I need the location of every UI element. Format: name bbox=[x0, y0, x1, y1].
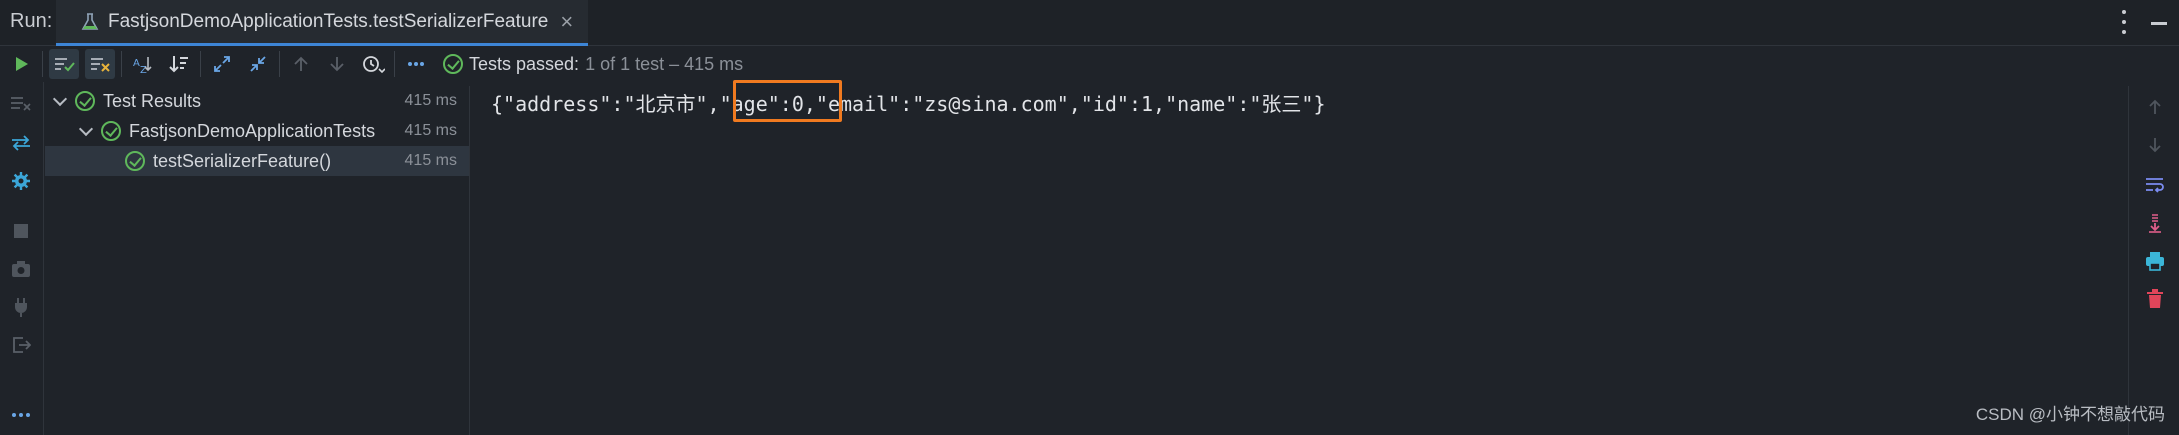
toolbar-divider bbox=[42, 51, 43, 77]
history-icon[interactable] bbox=[358, 49, 388, 79]
collapse-all-icon[interactable] bbox=[243, 49, 273, 79]
right-action-column bbox=[2130, 86, 2179, 435]
play-icon[interactable] bbox=[6, 49, 36, 79]
tests-passed-icon bbox=[443, 54, 463, 74]
print-icon[interactable] bbox=[2142, 248, 2168, 274]
age-highlight-box bbox=[733, 80, 842, 122]
test-results-tree: Test Results 415 ms FastjsonDemoApplicat… bbox=[45, 86, 470, 435]
camera-icon[interactable] bbox=[8, 256, 34, 282]
test-toolbar: AZ Tests passed: 1 of 1 test – 415 ms bbox=[0, 46, 2179, 82]
test-flask-icon bbox=[80, 12, 100, 32]
settings-gear-icon[interactable] bbox=[8, 168, 34, 194]
svg-text:Z: Z bbox=[140, 65, 147, 74]
clear-list-icon[interactable] bbox=[8, 90, 34, 116]
passed-check-icon bbox=[125, 151, 145, 171]
run-tab[interactable]: FastjsonDemoApplicationTests.testSeriali… bbox=[56, 0, 588, 46]
toolbar-divider bbox=[200, 51, 201, 77]
plug-icon[interactable] bbox=[8, 294, 34, 320]
tree-duration: 415 ms bbox=[404, 152, 457, 169]
tree-label: FastjsonDemoApplicationTests bbox=[129, 120, 376, 141]
tab-title: FastjsonDemoApplicationTests.testSeriali… bbox=[108, 10, 549, 32]
left-action-column bbox=[0, 82, 44, 435]
tree-label: Test Results bbox=[103, 90, 202, 111]
scroll-to-end-icon[interactable] bbox=[2142, 210, 2168, 236]
soft-wrap-icon[interactable] bbox=[2142, 172, 2168, 198]
toolbar-divider bbox=[279, 51, 280, 77]
tests-passed-count: 1 of 1 test – 415 ms bbox=[585, 53, 744, 74]
exit-icon[interactable] bbox=[8, 332, 34, 358]
next-failed-icon[interactable] bbox=[322, 49, 352, 79]
tree-row-test-class[interactable]: FastjsonDemoApplicationTests 415 ms bbox=[45, 116, 469, 146]
tests-passed-label: Tests passed: bbox=[469, 53, 580, 74]
show-ignored-icon[interactable] bbox=[85, 49, 115, 79]
stop-icon[interactable] bbox=[8, 218, 34, 244]
run-header: Run: FastjsonDemoApplicationTests.testSe… bbox=[0, 0, 2179, 46]
show-passed-icon[interactable] bbox=[49, 49, 79, 79]
scroll-down-icon[interactable] bbox=[2142, 132, 2168, 158]
console-line: {"address":"北京市","age":0,"email":"zs@sin… bbox=[491, 92, 1326, 116]
chevron-down-icon[interactable] bbox=[77, 122, 95, 140]
tree-label: testSerializerFeature() bbox=[153, 150, 332, 171]
console-output[interactable]: {"address":"北京市","age":0,"email":"zs@sin… bbox=[471, 80, 2129, 435]
trash-icon[interactable] bbox=[2142, 286, 2168, 312]
toolbar-divider bbox=[394, 51, 395, 77]
close-tab-icon[interactable]: × bbox=[560, 10, 573, 33]
tree-row-test-method[interactable]: testSerializerFeature() 415 ms bbox=[45, 146, 469, 176]
more-icon[interactable] bbox=[401, 49, 431, 79]
tests-status: Tests passed: 1 of 1 test – 415 ms bbox=[443, 54, 743, 75]
toolbar-divider bbox=[121, 51, 122, 77]
svg-text:A: A bbox=[133, 58, 140, 69]
chevron-down-icon[interactable] bbox=[51, 92, 69, 110]
minimize-icon[interactable] bbox=[2151, 22, 2167, 25]
tree-row-test-results[interactable]: Test Results 415 ms bbox=[45, 86, 469, 116]
tree-duration: 415 ms bbox=[404, 122, 457, 139]
run-label: Run: bbox=[10, 10, 53, 32]
passed-check-icon bbox=[101, 121, 121, 141]
passed-check-icon bbox=[75, 91, 95, 111]
sort-alpha-icon[interactable]: AZ bbox=[128, 49, 158, 79]
tree-duration: 415 ms bbox=[404, 92, 457, 109]
prev-failed-icon[interactable] bbox=[286, 49, 316, 79]
sort-duration-icon[interactable] bbox=[164, 49, 194, 79]
rerun-toggle-icon[interactable] bbox=[8, 130, 34, 156]
expand-all-icon[interactable] bbox=[207, 49, 237, 79]
scroll-up-icon[interactable] bbox=[2142, 94, 2168, 120]
more-options-icon[interactable] bbox=[2119, 10, 2129, 34]
more-tools-icon[interactable] bbox=[8, 402, 34, 428]
csdn-watermark: CSDN @小钟不想敲代码 bbox=[1975, 405, 2165, 424]
